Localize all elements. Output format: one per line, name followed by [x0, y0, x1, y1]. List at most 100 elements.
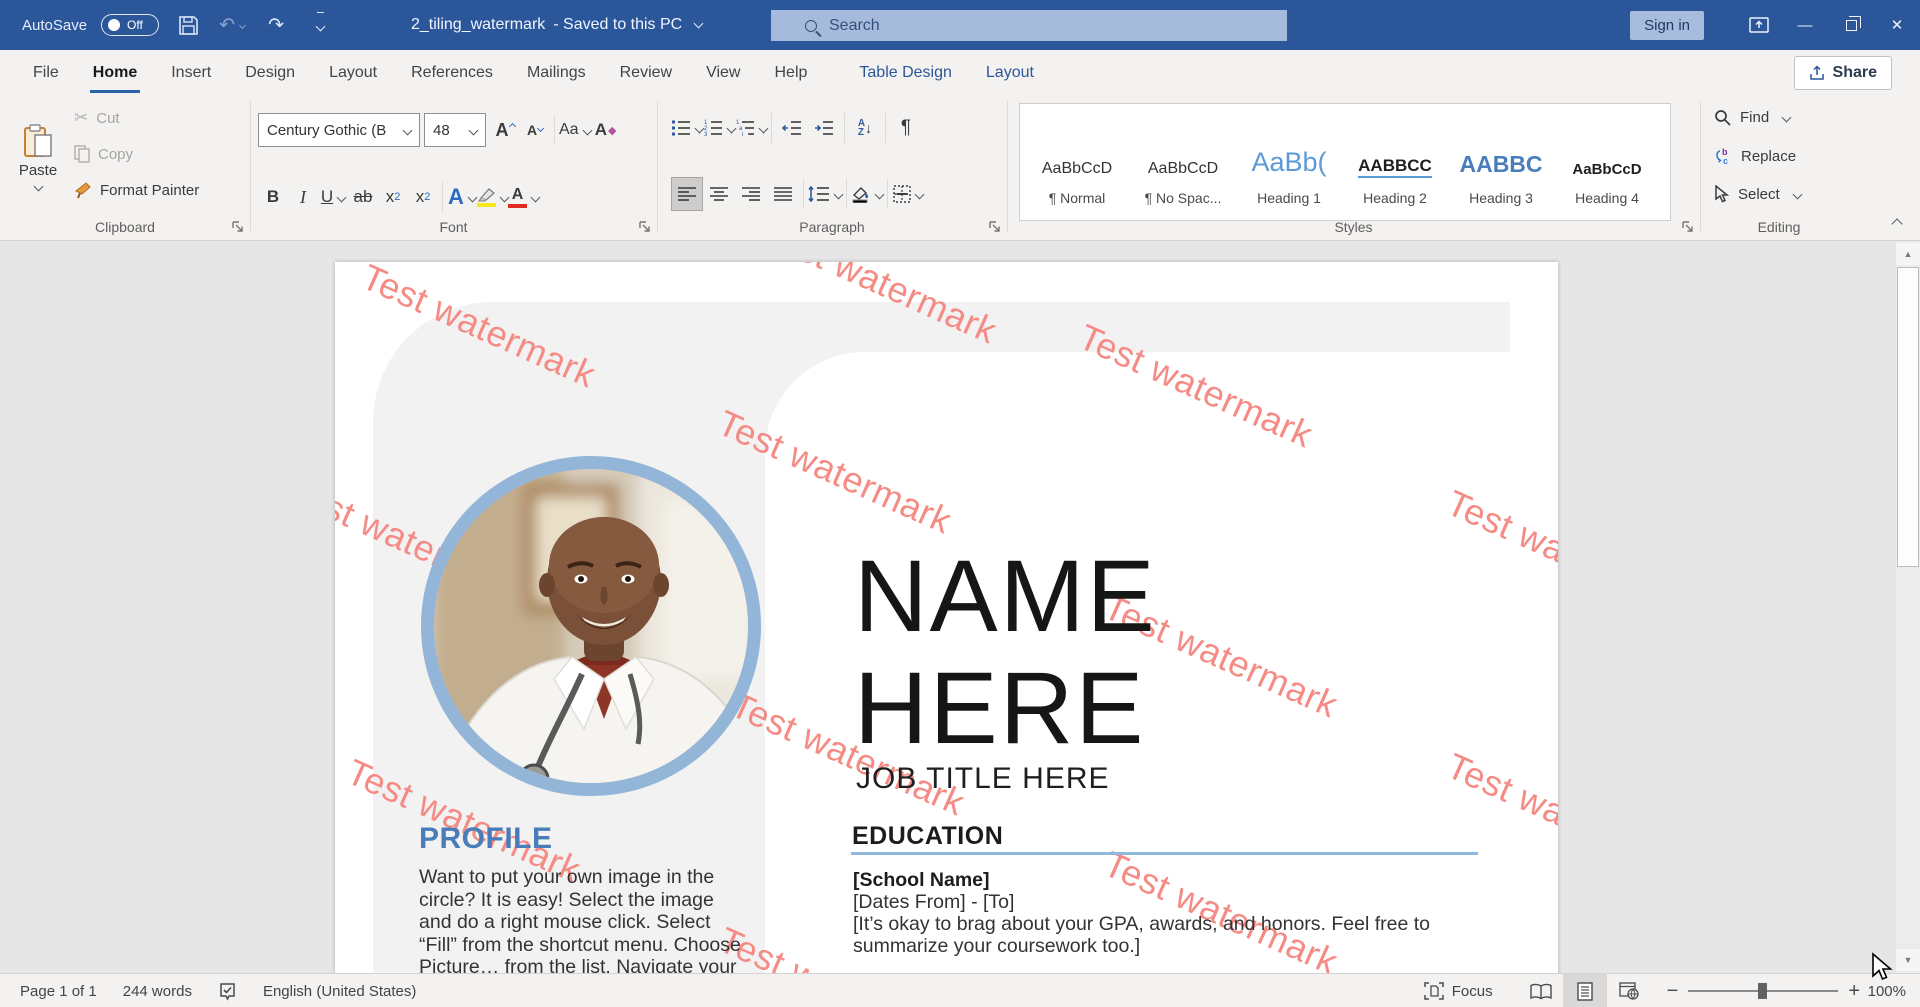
- style-heading-4[interactable]: AaBbCcD Heading 4: [1554, 110, 1660, 214]
- text-effects-button[interactable]: A: [447, 179, 477, 215]
- search-input[interactable]: Search: [771, 10, 1287, 41]
- style-normal[interactable]: AaBbCcD ¶ Normal: [1024, 110, 1130, 214]
- clipboard-dialog-launcher[interactable]: [232, 221, 244, 233]
- format-painter-button[interactable]: Format Painter: [74, 177, 199, 203]
- font-dialog-launcher[interactable]: [639, 221, 651, 233]
- cut-button[interactable]: ✂ Cut: [74, 105, 199, 131]
- proofing-errors-icon[interactable]: [218, 982, 237, 1001]
- tab-home[interactable]: Home: [76, 50, 154, 95]
- paste-button[interactable]: Paste: [12, 103, 64, 211]
- tab-design[interactable]: Design: [228, 50, 312, 95]
- align-left-button[interactable]: [671, 177, 703, 211]
- ribbon-display-options-button[interactable]: [1736, 0, 1782, 50]
- font-family-dropdown-icon[interactable]: [403, 125, 413, 135]
- style-heading-2[interactable]: AABBCC Heading 2: [1342, 110, 1448, 214]
- show-formatting-marks-button[interactable]: ¶: [890, 111, 922, 145]
- increase-indent-button[interactable]: [808, 111, 840, 145]
- education-school-name[interactable]: [School Name]: [853, 869, 990, 892]
- profile-paragraph[interactable]: Want to put your own image in the circle…: [419, 866, 741, 973]
- shrink-font-button[interactable]: A: [520, 112, 550, 148]
- shading-button[interactable]: [851, 177, 883, 211]
- scroll-up-button[interactable]: ▲: [1896, 243, 1920, 265]
- bold-button[interactable]: B: [258, 179, 288, 215]
- zoom-slider[interactable]: [1688, 990, 1838, 992]
- copy-button[interactable]: Copy: [74, 141, 199, 167]
- share-button[interactable]: Share: [1794, 56, 1892, 90]
- page-count[interactable]: Page 1 of 1: [20, 983, 97, 1000]
- document-page[interactable]: Test watermark Test watermark Test water…: [335, 262, 1558, 973]
- styles-dialog-launcher[interactable]: [1682, 221, 1694, 233]
- tab-layout-contextual[interactable]: Layout: [969, 50, 1051, 95]
- tab-insert[interactable]: Insert: [154, 50, 228, 95]
- read-mode-button[interactable]: [1519, 974, 1563, 1007]
- autosave-toggle[interactable]: Off: [101, 14, 159, 36]
- italic-button[interactable]: I: [288, 179, 318, 215]
- line-spacing-button[interactable]: [808, 177, 842, 211]
- strikethrough-button[interactable]: ab: [348, 179, 378, 215]
- resume-job-title[interactable]: JOB TITLE HERE: [856, 762, 1110, 796]
- grow-font-button[interactable]: A: [490, 112, 520, 148]
- sign-in-button[interactable]: Sign in: [1630, 11, 1704, 40]
- select-button[interactable]: Select: [1714, 185, 1801, 203]
- multilevel-list-button[interactable]: 1ai: [735, 111, 767, 145]
- font-size-combobox[interactable]: 48: [424, 113, 486, 147]
- tab-file[interactable]: File: [16, 50, 76, 95]
- title-dropdown-icon[interactable]: [694, 18, 704, 28]
- paste-dropdown-icon[interactable]: [33, 182, 43, 192]
- replace-button[interactable]: bc Replace: [1714, 147, 1796, 165]
- borders-button[interactable]: [892, 177, 924, 211]
- change-case-button[interactable]: Aa: [559, 112, 591, 148]
- style-no-spacing[interactable]: AaBbCcD ¶ No Spac...: [1130, 110, 1236, 214]
- decrease-indent-button[interactable]: [776, 111, 808, 145]
- tab-review[interactable]: Review: [603, 50, 689, 95]
- clear-formatting-button[interactable]: A◆: [591, 112, 621, 148]
- tab-layout[interactable]: Layout: [312, 50, 394, 95]
- tab-references[interactable]: References: [394, 50, 510, 95]
- focus-mode-button[interactable]: Focus: [1424, 982, 1493, 1000]
- vertical-scrollbar[interactable]: ▲ ▼: [1896, 241, 1920, 973]
- zoom-percentage[interactable]: 100%: [1860, 983, 1912, 1000]
- style-heading-1[interactable]: AaBb( Heading 1: [1236, 110, 1342, 214]
- tab-view[interactable]: View: [689, 50, 757, 95]
- profile-heading[interactable]: PROFILE: [419, 822, 553, 856]
- subscript-button[interactable]: x2: [378, 179, 408, 215]
- redo-button[interactable]: ↷: [261, 10, 291, 40]
- resume-name[interactable]: NAME HERE: [854, 540, 1157, 764]
- align-center-button[interactable]: [703, 177, 735, 211]
- find-button[interactable]: Find: [1714, 109, 1790, 126]
- education-dates[interactable]: [Dates From] - [To]: [853, 891, 1014, 914]
- document-canvas[interactable]: Test watermark Test watermark Test water…: [0, 241, 1920, 973]
- style-heading-3[interactable]: AABBC Heading 3: [1448, 110, 1554, 214]
- align-right-button[interactable]: [735, 177, 767, 211]
- superscript-button[interactable]: x2: [408, 179, 438, 215]
- paragraph-dialog-launcher[interactable]: [989, 221, 1001, 233]
- scroll-down-button[interactable]: ▼: [1896, 949, 1920, 971]
- zoom-in-button[interactable]: +: [1848, 980, 1860, 1003]
- restore-button[interactable]: [1828, 0, 1874, 50]
- text-highlight-button[interactable]: [477, 179, 508, 215]
- numbered-list-button[interactable]: 123: [703, 111, 735, 145]
- close-button[interactable]: ✕: [1874, 0, 1920, 50]
- undo-button[interactable]: ↶: [217, 10, 247, 40]
- word-count[interactable]: 244 words: [123, 983, 192, 1000]
- zoom-out-button[interactable]: −: [1667, 980, 1679, 1003]
- tab-mailings[interactable]: Mailings: [510, 50, 603, 95]
- underline-button[interactable]: U: [318, 179, 348, 215]
- saved-status[interactable]: - Saved to this PC: [553, 16, 682, 34]
- sort-button[interactable]: AZ ↓: [849, 111, 881, 145]
- font-family-combobox[interactable]: Century Gothic (B: [258, 113, 420, 147]
- tab-table-design[interactable]: Table Design: [842, 50, 969, 95]
- justify-button[interactable]: [767, 177, 799, 211]
- zoom-slider-thumb[interactable]: [1758, 983, 1767, 999]
- scrollbar-thumb[interactable]: [1897, 267, 1919, 567]
- font-size-dropdown-icon[interactable]: [469, 125, 479, 135]
- language-indicator[interactable]: English (United States): [263, 983, 416, 1000]
- collapse-ribbon-button[interactable]: [1888, 215, 1901, 232]
- print-layout-button[interactable]: [1563, 974, 1607, 1007]
- minimize-button[interactable]: —: [1782, 0, 1828, 50]
- education-description[interactable]: [It’s okay to brag about your GPA, award…: [853, 913, 1430, 957]
- profile-photo[interactable]: [421, 456, 761, 796]
- quick-access-toolbar-menu[interactable]: [305, 10, 335, 40]
- web-layout-button[interactable]: [1607, 974, 1651, 1007]
- education-heading[interactable]: EDUCATION: [852, 822, 1003, 851]
